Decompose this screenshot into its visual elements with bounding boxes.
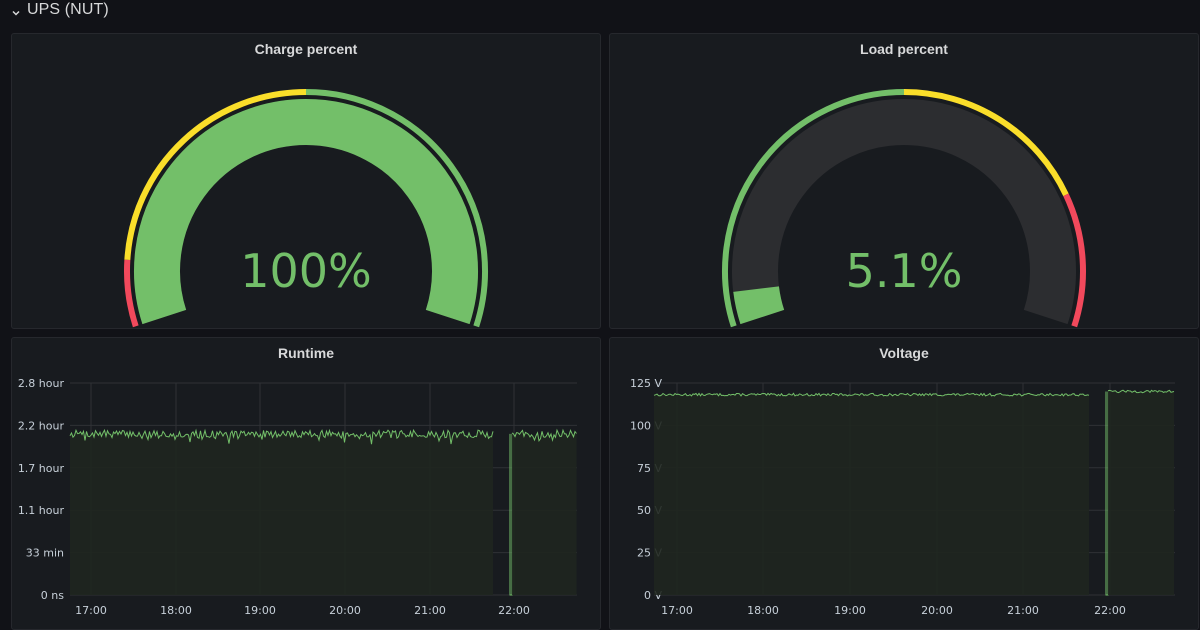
series-segment-fill [654,393,1089,595]
x-tick-label: 18:00 [160,604,192,617]
y-tick-label: 125 V [630,377,662,390]
y-tick-label: 0 ns [41,589,64,602]
y-tick-label: 1.7 hour [18,462,65,475]
x-tick-label: 22:00 [1094,604,1126,617]
runtime-graph[interactable]: 2.8 hour 2.2 hour 1.7 hour 1.1 hour 33 min 0 … [12,338,600,630]
gauge-value-arc [733,285,785,325]
y-tick-label: 33 min [26,547,64,560]
series-segment-line [1107,389,1175,394]
runtime-panel[interactable]: Runtime 2.8 hour 2.2 hour 1.7 hour 1.1 hour… [11,337,601,630]
charge-percent-panel[interactable]: Charge percent 100% [11,33,601,329]
voltage-panel[interactable]: Voltage 125 V 100 V 75 V 50 V 25 V0 V 17:00 18… [609,337,1199,630]
y-tick-label: 2.2 hour [18,419,65,432]
x-tick-label: 20:00 [921,604,953,617]
load-gauge: 5.1% [722,89,1086,328]
x-tick-label: 17:00 [661,604,693,617]
x-tick-label: 21:00 [1007,604,1039,617]
load-percent-panel[interactable]: Load percent 5.1% [609,33,1199,329]
y-tick-label: 2.8 hour [18,377,65,390]
voltage-graph[interactable]: 125 V100 V75 V50 V25 V0 V17:00 18:00 19:00… [610,338,1198,630]
charge-gauge: 100% [124,89,488,328]
chevron-down-icon[interactable] [12,9,20,17]
x-tick-label: 20:00 [329,604,361,617]
series-drop-line [509,433,513,596]
x-tick-label: 21:00 [414,604,446,617]
series-segment-fill [1108,390,1174,595]
series-segment-fill [70,430,493,595]
dashboard-row-header[interactable]: UPS (NUT) [0,0,1200,26]
series-segment-fill [512,430,577,595]
x-tick-label: 18:00 [747,604,779,617]
gauge-value-text: 5.1% [846,244,963,298]
x-tick-label: 19:00 [244,604,276,617]
row-title[interactable]: UPS (NUT) [27,1,109,19]
x-tick-label: 22:00 [498,604,530,617]
x-tick-label: 19:00 [834,604,866,617]
y-tick-label: 1.1 hour [18,504,65,517]
gauge-value-text: 100% [240,244,372,298]
series-drop-line [1105,391,1109,596]
x-tick-label: 17:00 [75,604,107,617]
